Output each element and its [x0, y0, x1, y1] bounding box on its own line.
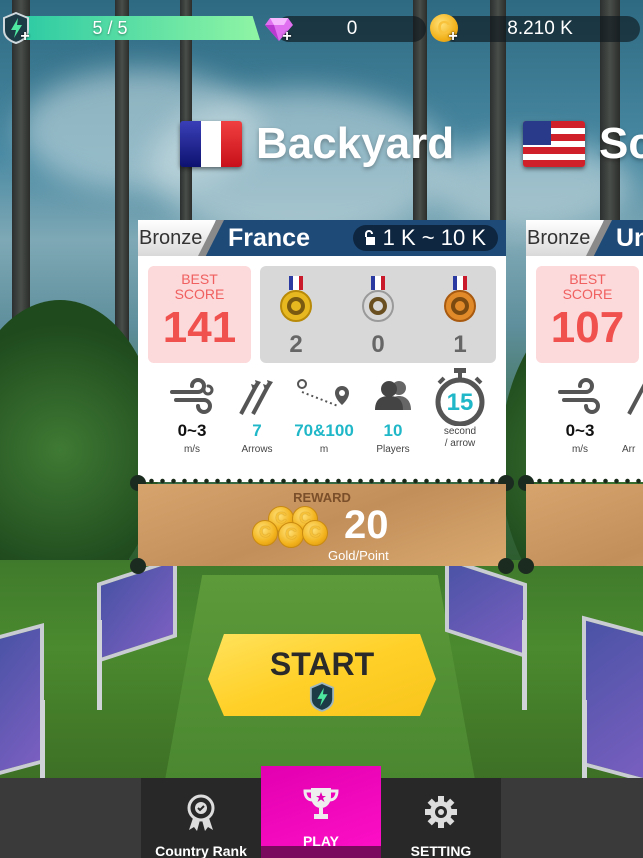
stage-stats: 0~3 m/s 7 Arrows 70&100 m 10 Players 15 … [138, 368, 506, 476]
stopwatch-icon: 15 [432, 368, 488, 426]
best-score-value: 107 [550, 303, 625, 352]
stage-title: Backyard [180, 116, 454, 172]
players-stat: 10 Players [368, 376, 418, 456]
players-icon [375, 381, 411, 410]
nav-label: SETTING [410, 843, 472, 858]
gold-value: 8.210 K [507, 18, 573, 39]
arrows-unit: Arr [622, 444, 636, 455]
start-label: START [269, 646, 375, 682]
best-score-label: BEST [569, 271, 606, 287]
trophy-icon [303, 788, 339, 819]
energy-value: 5 / 5 [92, 18, 128, 38]
start-button[interactable]: START [208, 634, 436, 722]
wind-unit: m/s [571, 444, 589, 455]
entry-range-badge: 1 K ~ 10 K [352, 225, 498, 251]
usa-flag-icon [523, 121, 585, 167]
ribbon-badge-icon [187, 794, 215, 831]
best-score-label: SCORE [562, 286, 613, 302]
timer-value: 15 [446, 389, 474, 416]
country-name: Uni [616, 224, 643, 252]
best-score-value: 141 [162, 303, 237, 352]
arrows-stat: Arr [622, 376, 643, 456]
distance-value: 70&100 [294, 421, 354, 440]
best-score-box: BEST SCORE 107 [536, 266, 639, 363]
resource-bar: + 5 / 5 + 0 C + 8.210 K [0, 0, 643, 46]
reward-value: 20 [344, 503, 389, 547]
bottom-nav: Country Rank PLAY SETTING [0, 766, 643, 858]
best-score-label: BEST [181, 271, 218, 287]
country-name: France [228, 224, 310, 252]
arrows-stat: 7 Arrows [234, 376, 280, 456]
card-header: Bronze France 1 K ~ 10 K [138, 220, 506, 256]
bronze-medal-count: 1 [453, 331, 467, 358]
add-gold-icon[interactable]: + [446, 29, 460, 45]
stage-name: Backyard [256, 119, 455, 168]
wind-stat: 0~3 m/s [164, 376, 220, 456]
stage-title-next: Sc [523, 116, 643, 172]
france-flag-icon [180, 121, 242, 167]
arrows-icon [239, 380, 273, 415]
energy-cost-icon [309, 682, 335, 712]
players-unit: Players [376, 444, 410, 455]
add-gems-icon[interactable]: + [280, 29, 294, 45]
bronze-medal-icon [444, 276, 476, 322]
distance-unit: m [319, 444, 329, 455]
timer-unit: second [443, 426, 477, 437]
nav-setting[interactable]: SETTING [381, 778, 501, 858]
distance-stat: 70&100 m [286, 376, 362, 456]
silver-medal-icon [362, 276, 394, 322]
gear-icon [425, 796, 457, 828]
players-value: 10 [383, 421, 403, 440]
arrows-icon [627, 383, 643, 415]
entry-range: 1 K ~ 10 K [382, 225, 486, 250]
nav-label: Country Rank [155, 843, 247, 858]
stage-card-next[interactable]: Bronze Uni BEST SCORE 107 0~3 m/s [518, 220, 643, 574]
stage-card[interactable]: Bronze France 1 K ~ 10 K BEST SCORE 141 [130, 220, 514, 574]
arrows-unit: Arrows [241, 444, 273, 455]
wind-icon [558, 378, 600, 414]
reward-label: REWARD [293, 490, 351, 505]
wind-unit: m/s [183, 444, 201, 455]
reward-section: REWARD C C C C C 20 Gold/Point [138, 484, 506, 566]
gold-medal-icon [280, 276, 312, 322]
timer-stat: 15 second / arrow [428, 368, 492, 450]
wind-value: 0~3 [177, 421, 207, 440]
silver-medal-count: 0 [371, 331, 385, 358]
timer-unit: / arrow [444, 438, 476, 449]
add-energy-icon[interactable]: + [18, 29, 32, 45]
gems-value: 0 [346, 18, 358, 39]
best-score-box: BEST SCORE 141 [148, 266, 251, 363]
nav-play[interactable]: PLAY [261, 766, 381, 858]
wind-stat: 0~3 m/s [552, 376, 608, 456]
wind-icon [170, 378, 214, 414]
gold-medal-count: 2 [289, 331, 303, 358]
arrows-value: 7 [252, 421, 262, 440]
unlock-icon [364, 230, 375, 245]
stage-name-next: Sc [599, 119, 643, 168]
distance-path-icon [297, 379, 349, 407]
nav-country-rank[interactable]: Country Rank [141, 778, 261, 858]
best-score-label: SCORE [174, 286, 225, 302]
reward-unit: Gold/Point [328, 548, 389, 563]
medal-counts: 2 0 1 [260, 266, 496, 363]
wind-value: 0~3 [565, 421, 595, 440]
